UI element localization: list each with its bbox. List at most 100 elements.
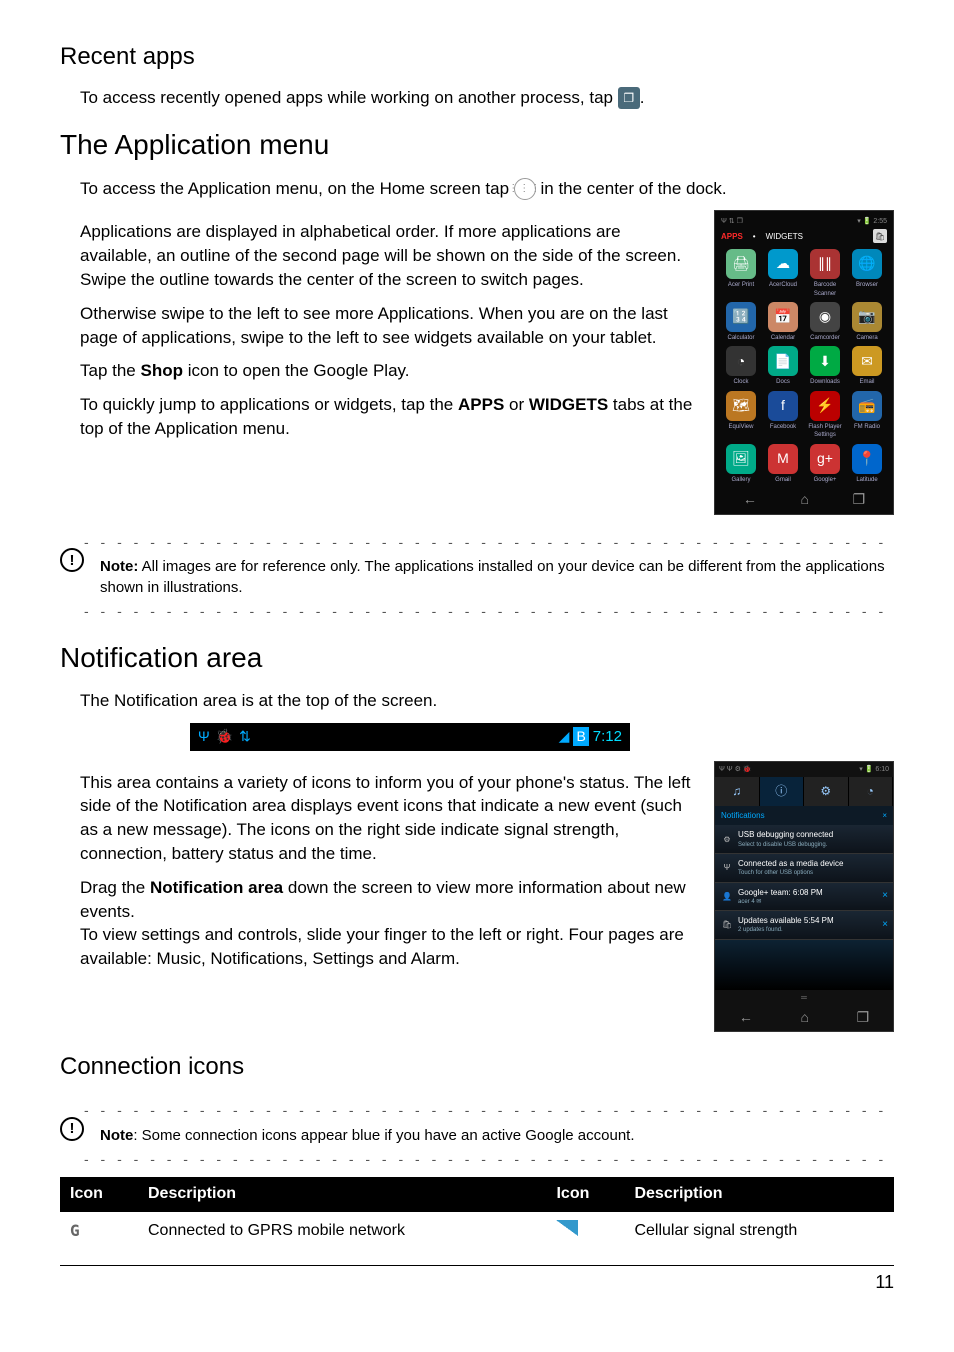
shop-icon[interactable]: 🛍 <box>873 229 887 243</box>
note-dots-bottom: - - - - - - - - - - - - - - - - - - - - … <box>84 1150 894 1170</box>
status-left-icons: Ψ ⇅ ❐ <box>721 217 743 227</box>
notification-item[interactable]: ΨConnected as a media deviceTouch for ot… <box>715 854 893 883</box>
app-menu-intro-b: in the center of the dock. <box>540 179 726 198</box>
notif-area-bold: Notification area <box>150 878 283 897</box>
app-menu-p2: Applications are displayed in alphabetic… <box>80 220 696 291</box>
notif-header-label: Notifications <box>721 810 765 821</box>
app-calculator[interactable]: 🔢Calculator <box>721 302 761 342</box>
app-docs[interactable]: 📄Docs <box>763 346 803 386</box>
app-icon: 🖼 <box>726 444 756 474</box>
drag-handle-icon[interactable]: ═ <box>715 990 893 1005</box>
app-menu-p4: Tap the Shop icon to open the Google Pla… <box>80 359 696 383</box>
app-latitude[interactable]: 📍Latitude <box>847 444 887 484</box>
app-gmail[interactable]: M Gmail <box>763 444 803 484</box>
tab-apps[interactable]: APPS <box>721 231 743 242</box>
notification-item[interactable]: ⚙USB debugging connectedSelect to disabl… <box>715 825 893 854</box>
app-label: Downloads <box>805 378 845 386</box>
app-icon: ⚡ <box>810 391 840 421</box>
app-label: EquiView <box>721 423 761 431</box>
app-calendar[interactable]: 📅Calendar <box>763 302 803 342</box>
app-icon: 📍 <box>852 444 882 474</box>
home-icon[interactable]: ⌂ <box>800 490 808 510</box>
status-bar-illustration: Ψ 🐞 ⇅ ◢ B 7:12 <box>190 723 630 751</box>
app-equiview[interactable]: 🗺EquiView <box>721 391 761 440</box>
app-fm-radio[interactable]: 📻FM Radio <box>847 391 887 440</box>
app-google-[interactable]: g+Google+ <box>805 444 845 484</box>
recent-apps-text-a: To access recently opened apps while wor… <box>80 88 618 107</box>
notification-item[interactable]: 👤 Google+ team: 6:08 PMacer 4 ✉ × <box>715 883 893 912</box>
gprs-icon: G <box>60 1212 138 1251</box>
app-acercloud[interactable]: ☁AcerCloud <box>763 249 803 298</box>
txt: To quickly jump to applications or widge… <box>80 395 458 414</box>
app-menu-intro-a: To access the Application menu, on the H… <box>80 179 514 198</box>
recent-apps-body: To access recently opened apps while wor… <box>80 86 894 110</box>
app-flash-player-settings[interactable]: ⚡ Flash Player Settings <box>805 391 845 440</box>
notif-item-text: Google+ team: 6:08 PMacer 4 ✉ <box>738 887 878 907</box>
app-icon: 🖨 <box>726 249 756 279</box>
app-label: Google+ <box>805 476 845 484</box>
app-icon: 📷 <box>852 302 882 332</box>
panel-tab-settings[interactable]: ⚙ <box>804 777 849 806</box>
app-icon: 📄 <box>768 346 798 376</box>
app-clock[interactable]: ◔Clock <box>721 346 761 386</box>
app-barcode-scanner[interactable]: ∥∥Barcode Scanner <box>805 249 845 298</box>
app-label: Flash Player Settings <box>805 423 845 440</box>
apps-bold: APPS <box>458 395 504 414</box>
notif-item-text: Connected as a media deviceTouch for oth… <box>738 858 884 878</box>
app-label: Acer Print <box>721 281 761 289</box>
app-facebook[interactable]: fFacebook <box>763 391 803 440</box>
app-camera[interactable]: 📷 Camera <box>847 302 887 342</box>
txt: Tap the <box>80 361 141 380</box>
app-camcorder[interactable]: ◉Camcorder <box>805 302 845 342</box>
app-email[interactable]: ✉Email <box>847 346 887 386</box>
dismiss-icon[interactable]: × <box>882 918 888 932</box>
txt: icon to open the Google Play. <box>183 361 410 380</box>
panel-tab-alarm[interactable]: ◔ <box>849 777 894 806</box>
tab-widgets[interactable]: WIDGETS <box>766 231 803 242</box>
footer-rule <box>60 1265 894 1266</box>
app-gallery[interactable]: 🖼 Gallery <box>721 444 761 484</box>
app-downloads[interactable]: ⬇Downloads <box>805 346 845 386</box>
tab-divider: • <box>753 231 756 242</box>
application-menu-screenshot: Ψ ⇅ ❐▾ 🔋 2:55 APPS • WIDGETS 🛍 🖨Acer Pri… <box>714 210 894 514</box>
app-menu-intro: To access the Application menu, on the H… <box>80 177 894 201</box>
app-label: Gallery <box>721 476 761 484</box>
status-time: 2:55 <box>873 218 887 225</box>
cell-signal-desc: Cellular signal strength <box>624 1212 894 1251</box>
txt: To view settings and controls, slide you… <box>80 925 684 968</box>
app-acer-print[interactable]: 🖨 Acer Print <box>721 249 761 298</box>
panel-tab-notifications[interactable]: ⓘ <box>760 777 805 806</box>
app-menu-p3: Otherwise swipe to the left to see more … <box>80 302 696 350</box>
note-dots-bottom: - - - - - - - - - - - - - - - - - - - - … <box>84 602 894 622</box>
dismiss-icon[interactable]: × <box>882 889 888 903</box>
notif-clear-icon[interactable]: × <box>882 810 887 821</box>
app-label: Gmail <box>763 476 803 484</box>
app-label: Facebook <box>763 423 803 431</box>
signal-icon: ◢ <box>559 727 570 747</box>
app-icon: ◔ <box>726 346 756 376</box>
nt-time: 6:10 <box>875 766 889 773</box>
app-label: Calculator <box>721 334 761 342</box>
recent-icon[interactable]: ❐ <box>857 1008 870 1028</box>
cell-signal-icon <box>546 1212 624 1251</box>
panel-tab-music[interactable]: ♫ <box>715 777 760 806</box>
notif-p1: The Notification area is at the top of t… <box>80 689 894 713</box>
app-menu-p5: To quickly jump to applications or widge… <box>80 393 696 441</box>
shop-bold: Shop <box>141 361 184 380</box>
back-icon[interactable]: ← <box>739 1008 753 1028</box>
app-label: Camera <box>847 334 887 342</box>
notif-item-icon: ⚙ <box>720 834 734 845</box>
notif-item-icon: 👤 <box>720 891 734 902</box>
back-icon[interactable]: ← <box>743 490 757 510</box>
app-browser[interactable]: 🌐Browser <box>847 249 887 298</box>
recent-icon[interactable]: ❐ <box>853 490 866 510</box>
warning-icon: ! <box>60 1117 84 1141</box>
home-icon[interactable]: ⌂ <box>800 1008 808 1028</box>
heading-recent-apps: Recent apps <box>60 40 894 74</box>
app-icon: M <box>768 444 798 474</box>
app-icon: 🌐 <box>852 249 882 279</box>
notif-p2: This area contains a variety of icons to… <box>80 771 696 866</box>
notification-panel-screenshot: Ψ Ψ ⚙ 🐞▾ 🔋 6:10 ♫ ⓘ ⚙ ◔ Notifications× ⚙… <box>714 761 894 1032</box>
app-icon: 📻 <box>852 391 882 421</box>
notification-item[interactable]: 🛍Updates available 5:54 PM2 updates foun… <box>715 911 893 940</box>
